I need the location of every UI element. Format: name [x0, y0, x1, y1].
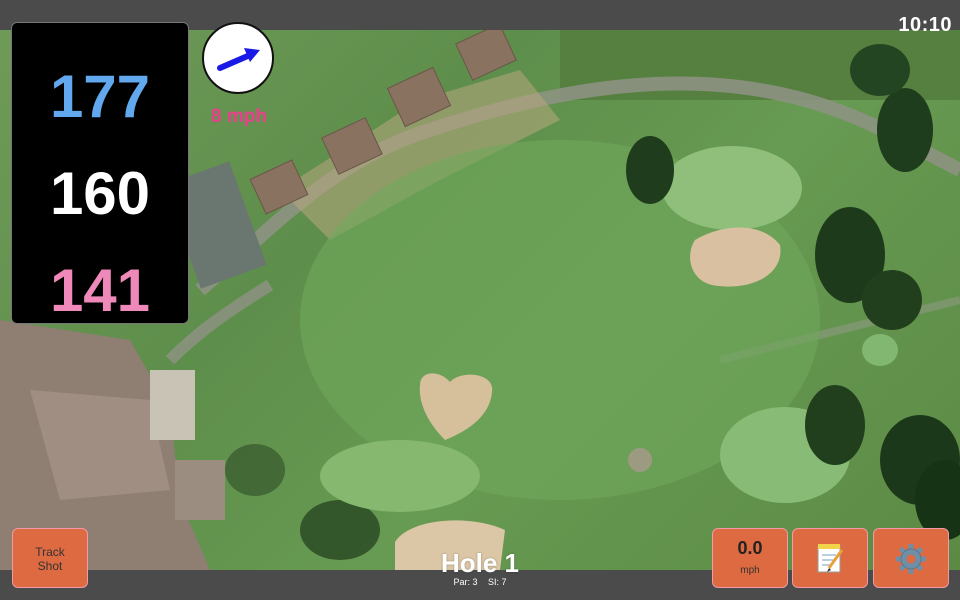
wind-indicator[interactable]	[202, 22, 274, 94]
hole-stroke-index: SI: 7	[488, 577, 507, 587]
wind-arrow-icon	[217, 48, 260, 71]
scorecard-button[interactable]	[792, 528, 868, 588]
wind-speed: 8 mph	[211, 106, 267, 127]
track-shot-button[interactable]: Track Shot	[12, 528, 88, 588]
back-distance: 177	[49, 63, 151, 130]
track-shot-label-line1: Track	[35, 545, 65, 559]
settings-button[interactable]	[873, 528, 949, 588]
clock: 10:10	[898, 14, 952, 36]
hole-meta: Par: 3 SI: 7	[380, 577, 580, 587]
distance-panel: 177 160 141	[11, 22, 189, 324]
speed-value: 0.0	[737, 538, 763, 558]
golf-gps-screen: 10:10 177 160 141 8 mph Track Shot Hole …	[0, 0, 960, 600]
speed-unit: mph	[740, 565, 760, 576]
gear-icon	[896, 544, 926, 574]
middle-distance: 160	[49, 160, 151, 227]
hole-title: Hole 1	[440, 548, 520, 578]
track-shot-label-line2: Shot	[37, 559, 63, 573]
hole-par: Par: 3	[453, 577, 478, 587]
notepad-icon	[817, 544, 844, 573]
speed-button[interactable]: 0.0 mph	[712, 528, 788, 588]
front-distance: 141	[49, 257, 151, 324]
